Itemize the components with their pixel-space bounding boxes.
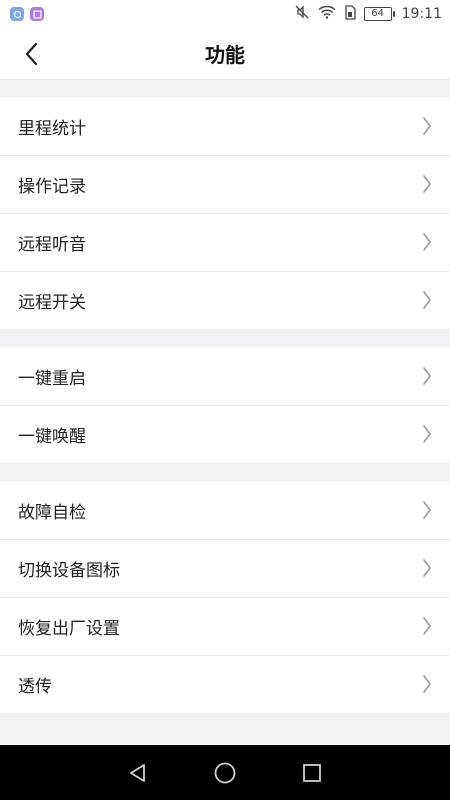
gallery-notification-icon xyxy=(30,7,44,21)
function-group-2: 一键重启 一键唤醒 xyxy=(0,347,450,463)
item-label: 远程开关 xyxy=(18,292,86,313)
battery-indicator: 64 xyxy=(363,7,395,21)
function-list: 里程统计 操作记录 远程听音 远程开关 一键重启 一键唤醒 故障自检 切换设备图… xyxy=(0,80,450,745)
item-label: 里程统计 xyxy=(18,118,86,139)
nav-recents-button[interactable] xyxy=(298,759,326,787)
item-mileage-stats[interactable]: 里程统计 xyxy=(0,97,450,155)
item-passthrough[interactable]: 透传 xyxy=(0,655,450,713)
status-time: 19:11 xyxy=(401,6,442,22)
chevron-right-icon xyxy=(420,173,434,195)
item-label: 一键唤醒 xyxy=(18,426,86,447)
triangle-back-icon xyxy=(130,763,146,782)
item-label: 远程听音 xyxy=(18,234,86,255)
item-one-key-restart[interactable]: 一键重启 xyxy=(0,347,450,405)
mute-icon xyxy=(294,4,310,24)
item-factory-reset[interactable]: 恢复出厂设置 xyxy=(0,597,450,655)
chevron-right-icon xyxy=(420,615,434,637)
app-screen: 64 19:11 功能 里程统计 操作记录 远程听音 远程开关 一键重启 一键唤… xyxy=(0,0,450,800)
chevron-right-icon xyxy=(420,499,434,521)
chevron-right-icon xyxy=(420,673,434,695)
navigation-bar xyxy=(0,745,450,800)
item-operation-records[interactable]: 操作记录 xyxy=(0,155,450,213)
item-label: 切换设备图标 xyxy=(18,560,120,581)
item-remote-switch[interactable]: 远程开关 xyxy=(0,271,450,329)
chevron-left-icon xyxy=(25,42,38,66)
function-group-3: 故障自检 切换设备图标 恢复出厂设置 透传 xyxy=(0,481,450,713)
chevron-right-icon xyxy=(420,289,434,311)
app-notification-icon xyxy=(10,7,24,21)
page-title: 功能 xyxy=(205,43,245,67)
chevron-right-icon xyxy=(420,423,434,445)
item-label: 一键重启 xyxy=(18,368,86,389)
item-switch-device-icon[interactable]: 切换设备图标 xyxy=(0,539,450,597)
chevron-right-icon xyxy=(420,365,434,387)
square-recents-icon xyxy=(302,763,321,782)
nav-home-button[interactable] xyxy=(211,759,239,787)
circle-home-icon xyxy=(214,762,236,783)
item-label: 恢复出厂设置 xyxy=(18,618,120,639)
item-label: 故障自检 xyxy=(18,502,86,523)
wifi-icon xyxy=(318,5,336,23)
status-left xyxy=(10,7,44,21)
chevron-right-icon xyxy=(420,115,434,137)
function-group-1: 里程统计 操作记录 远程听音 远程开关 xyxy=(0,97,450,329)
sim-icon xyxy=(344,4,356,24)
status-right: 64 19:11 xyxy=(294,4,442,24)
item-remote-listen[interactable]: 远程听音 xyxy=(0,213,450,271)
status-bar: 64 19:11 xyxy=(0,0,450,28)
title-bar: 功能 xyxy=(0,28,450,80)
nav-back-button[interactable] xyxy=(124,759,152,787)
item-one-key-wake[interactable]: 一键唤醒 xyxy=(0,405,450,463)
chevron-right-icon xyxy=(420,231,434,253)
item-label: 透传 xyxy=(18,676,52,697)
chevron-right-icon xyxy=(420,557,434,579)
back-button[interactable] xyxy=(18,40,46,68)
item-label: 操作记录 xyxy=(18,176,86,197)
item-fault-self-check[interactable]: 故障自检 xyxy=(0,481,450,539)
